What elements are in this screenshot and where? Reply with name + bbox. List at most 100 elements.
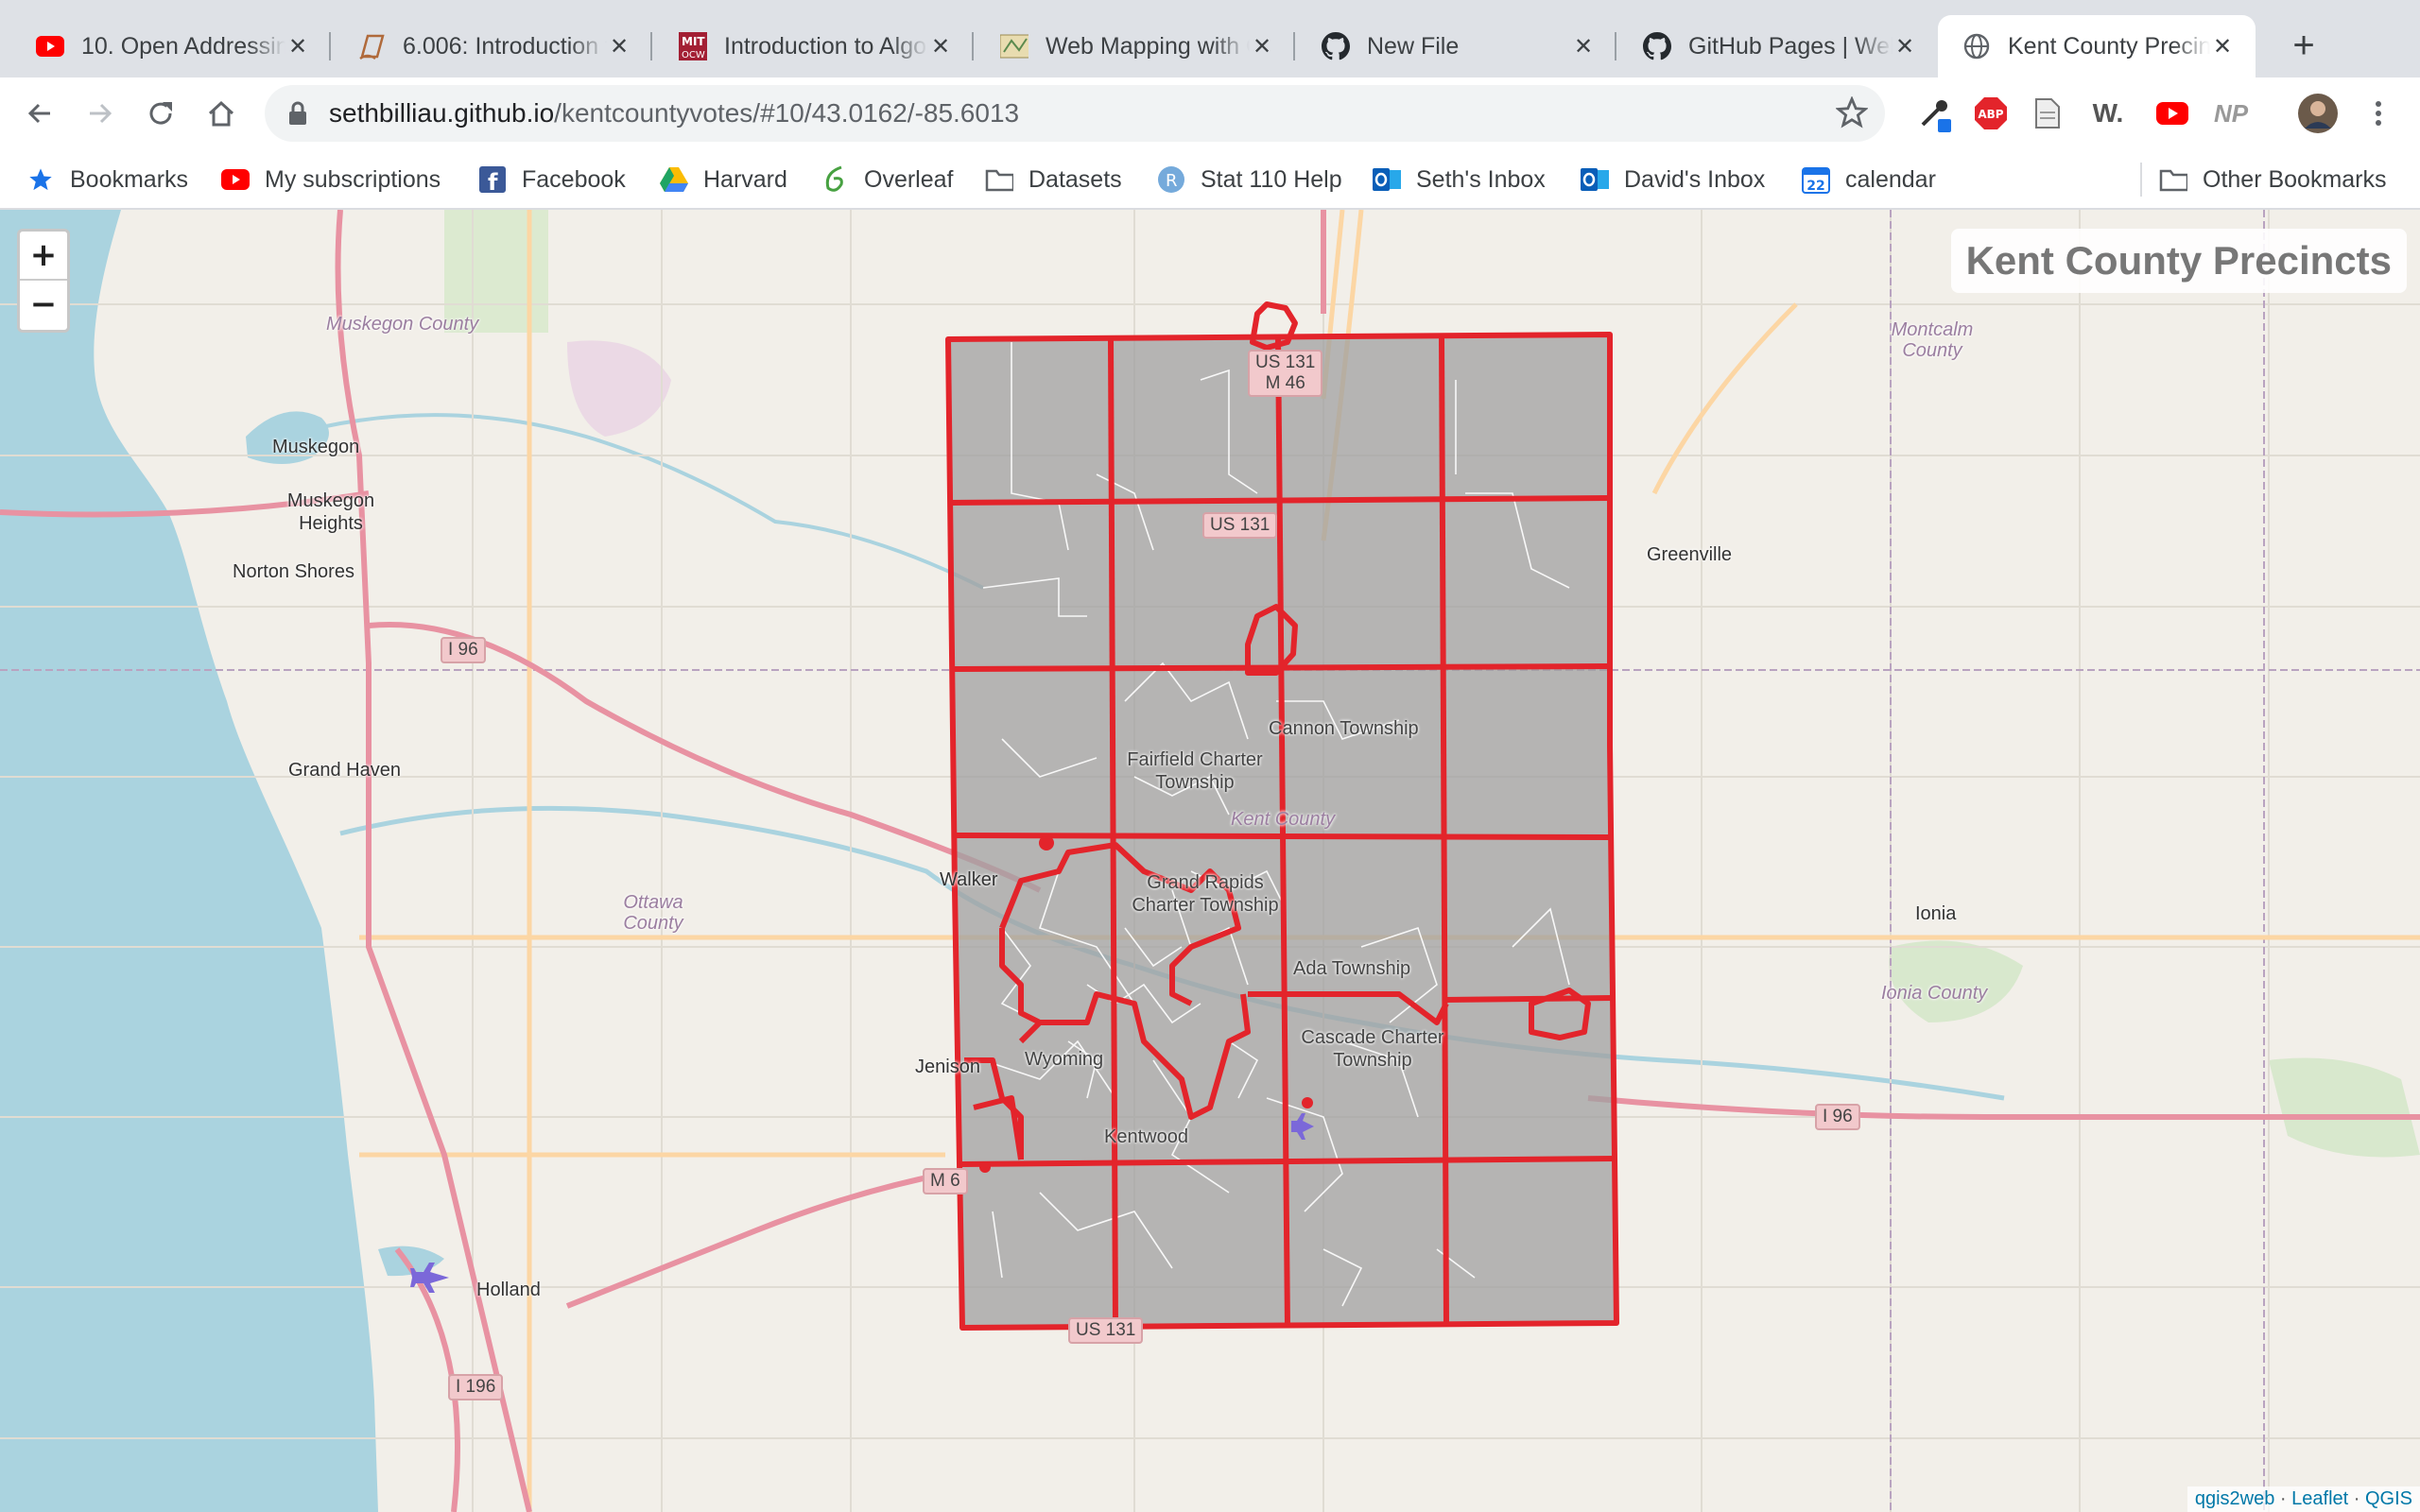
url-path: /kentcountyvotes/#10/43.0162/-85.6013 — [554, 98, 1020, 128]
close-icon[interactable]: ✕ — [1250, 33, 1274, 60]
tab-divider — [329, 32, 331, 60]
route-shield-label: M 46 — [1265, 373, 1305, 393]
leaflet-map[interactable]: Muskegon County Muskegon Muskegon Height… — [0, 210, 2420, 1512]
page-icon[interactable] — [2023, 89, 2072, 138]
place-label: Wyoming — [1025, 1049, 1104, 1070]
tab-open-addressing[interactable]: 10. Open Addressing, Cryptographic Hashi… — [11, 15, 331, 77]
place-label: Cascade Charter Township — [1301, 1027, 1444, 1071]
bookmark-label: Overleaf — [864, 165, 954, 193]
bookmark-label: Other Bookmarks — [2203, 165, 2387, 193]
route-shield: I 96 — [441, 637, 486, 663]
zoom-out-button[interactable]: − — [20, 281, 67, 330]
folder-icon — [2159, 165, 2187, 194]
close-icon[interactable]: ✕ — [928, 33, 953, 60]
np-icon[interactable]: NP — [2206, 89, 2256, 138]
overleaf-icon — [821, 165, 849, 194]
document-icon — [357, 32, 386, 60]
bookmark-calendar[interactable]: 22 calendar — [1802, 159, 1936, 200]
precinct-dot — [1302, 1097, 1313, 1108]
close-icon[interactable]: ✕ — [1893, 33, 1917, 60]
forest-area — [2269, 1057, 2420, 1158]
close-icon[interactable]: ✕ — [2210, 33, 2235, 60]
back-button[interactable] — [15, 89, 64, 138]
tab-divider — [972, 32, 974, 60]
close-icon[interactable]: ✕ — [285, 33, 310, 60]
tab-divider — [1615, 32, 1616, 60]
outlook-icon — [1581, 165, 1609, 194]
place-label: Ionia — [1915, 903, 1957, 924]
bookmark-harvard[interactable]: Harvard — [660, 159, 787, 200]
menu-icon[interactable] — [2354, 89, 2403, 138]
place-label: Muskegon Heights — [286, 490, 375, 534]
new-tab-button[interactable]: + — [2280, 23, 2327, 70]
bookmark-bookmarks[interactable]: Bookmarks — [26, 159, 188, 200]
tab-github-pages[interactable]: GitHub Pages | Websites ✕ — [1618, 15, 1938, 77]
place-label: Muskegon County — [326, 314, 479, 335]
bookmark-label: Facebook — [522, 165, 626, 193]
place-label: Jenison — [915, 1057, 980, 1077]
attribution-link-qgis[interactable]: QGIS — [2365, 1488, 2412, 1509]
reload-button[interactable] — [136, 89, 185, 138]
attribution-link-leaflet[interactable]: Leaflet — [2291, 1488, 2348, 1509]
tab-title: 10. Open Addressing, Cryptographic Hashi… — [81, 32, 285, 60]
close-icon[interactable]: ✕ — [607, 33, 631, 60]
tab-title: GitHub Pages | Websites — [1688, 32, 1893, 60]
tab-6006[interactable]: 6.006: Introduction to Algorithms ✕ — [333, 15, 652, 77]
lock-icon — [289, 101, 306, 125]
svg-text:OCW: OCW — [682, 50, 705, 60]
place-label: Ionia County — [1881, 983, 1988, 1004]
close-icon[interactable]: ✕ — [1571, 33, 1596, 60]
google-drive-icon — [660, 165, 688, 194]
bookmark-other-bookmarks[interactable]: Other Bookmarks — [2159, 159, 2387, 200]
tab-new-file[interactable]: New File ✕ — [1297, 15, 1616, 77]
eyedropper-icon[interactable] — [1910, 89, 1959, 138]
tab-kent-county-precincts[interactable]: Kent County Precincts ✕ — [1938, 15, 2256, 77]
bookmark-my-subscriptions[interactable]: My subscriptions — [221, 159, 441, 200]
zoom-in-button[interactable]: + — [20, 232, 67, 281]
bookmark-facebook[interactable]: f Facebook — [478, 159, 626, 200]
globe-icon — [1962, 32, 1991, 60]
route-shield: I 96 — [1815, 1104, 1860, 1130]
place-label: Greenville — [1647, 544, 1733, 565]
place-label: Cannon Township — [1269, 718, 1419, 739]
profile-avatar[interactable] — [2293, 89, 2342, 138]
youtube-icon — [36, 32, 64, 60]
bookmark-datasets[interactable]: Datasets — [985, 159, 1122, 200]
place-label: Grand Haven — [288, 760, 401, 781]
adblock-plus-icon[interactable]: ABP — [1966, 89, 2015, 138]
place-label: Montcalm County — [1891, 319, 1974, 361]
tab-title: Web Mapping with QGIS — [1046, 32, 1250, 60]
precinct-dot — [979, 1161, 991, 1173]
route-shield: M 6 — [923, 1168, 968, 1194]
place-label: Ada Township — [1293, 958, 1411, 979]
bookmark-stat-110-help[interactable]: R Stat 110 Help — [1157, 159, 1342, 200]
bookmark-label: Harvard — [703, 165, 787, 193]
home-button[interactable] — [197, 89, 246, 138]
tab-intro-algorithms[interactable]: MIT OCW Introduction to Algorithms ✕ — [654, 15, 974, 77]
bookmark-overleaf[interactable]: Overleaf — [821, 159, 953, 200]
precinct-dot — [1039, 835, 1054, 850]
r-icon: R — [1157, 165, 1185, 194]
bookmark-label: Bookmarks — [70, 165, 189, 193]
calendar-day: 22 — [1806, 179, 1824, 194]
zoom-control: + − — [17, 229, 70, 333]
forward-button[interactable] — [76, 89, 125, 138]
address-bar[interactable]: sethbilliau.github.io/kentcountyvotes/#1… — [265, 85, 1885, 142]
basemap-tiles[interactable] — [0, 210, 2420, 1512]
url-host: sethbilliau.github.io — [329, 98, 555, 128]
youtube-ext-icon[interactable] — [2148, 89, 2197, 138]
place-label: Muskegon — [272, 437, 360, 457]
tab-web-mapping[interactable]: Web Mapping with QGIS ✕ — [976, 15, 1295, 77]
park-area — [567, 340, 671, 437]
tab-strip: 10. Open Addressing, Cryptographic Hashi… — [0, 0, 2420, 77]
w-icon[interactable]: W. — [2083, 89, 2133, 138]
bookmark-davids-inbox[interactable]: David's Inbox — [1581, 159, 1765, 200]
bookmark-seths-inbox[interactable]: Seth's Inbox — [1373, 159, 1546, 200]
attribution-separator: · — [2274, 1488, 2292, 1509]
star-icon — [26, 165, 55, 194]
svg-text:f: f — [488, 169, 498, 193]
svg-text:MIT: MIT — [682, 35, 705, 48]
attribution-link-qgis2web[interactable]: qgis2web — [2195, 1488, 2275, 1509]
bookmark-label: My subscriptions — [265, 165, 441, 193]
bookmark-star-icon[interactable] — [1836, 96, 1868, 129]
